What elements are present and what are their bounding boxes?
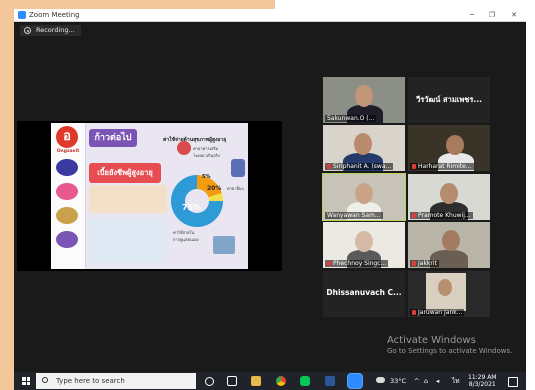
slide-title: ก้าวต่อไป — [89, 129, 137, 147]
taskbar-search-box[interactable]: Type here to search — [36, 373, 196, 389]
note-left: ค่าใช้จ่ายในการดูแลตนเอง — [173, 230, 199, 242]
expense-donut-chart — [171, 175, 223, 227]
weather-cloud-icon[interactable] — [376, 377, 385, 383]
muted-mic-icon — [412, 310, 416, 315]
participant-name: Harharat Rimite... — [410, 163, 474, 170]
product-box-icon — [56, 231, 78, 248]
participant-name: Dhissanuvach C... — [326, 288, 402, 297]
participant-name: Jaruwan Jank... — [410, 309, 465, 316]
participant-name: Siriphanit A. (swa... — [325, 163, 394, 170]
background-strip-top — [0, 0, 275, 9]
medicine-pill-icon — [177, 141, 191, 155]
chrome-icon[interactable] — [276, 376, 286, 386]
task-view-icon[interactable] — [227, 376, 237, 386]
participant-tile[interactable]: Sakunwan.O (... — [323, 77, 405, 123]
muted-mic-icon — [327, 261, 331, 266]
recording-indicator[interactable]: Recording... — [20, 25, 81, 36]
participant-name: Sakunwan.O (... — [325, 115, 377, 122]
elderly-couple-illustration — [89, 185, 167, 213]
participant-tile-active-speaker[interactable]: Wanyawan Sam... — [322, 173, 406, 221]
participant-tile[interactable]: Dhissanuvach C... — [323, 271, 405, 317]
participant-tile[interactable]: Pramote Khuwij... — [408, 174, 490, 220]
participant-name: Jakkrit — [410, 260, 439, 267]
zoom-taskbar-icon[interactable] — [347, 373, 363, 389]
slide-content: อ Ongsavit ก้าวต่อไป เบี้ยยังชีพผู้สูงอา… — [51, 123, 248, 269]
line-app-icon[interactable] — [300, 376, 310, 386]
volume-icon[interactable]: ◂ — [436, 372, 439, 390]
window-title: Zoom Meeting — [29, 11, 80, 19]
slide-subtitle: ค่าใช้จ่ายด้านสุขภาพผู้สูงอายุ — [163, 137, 227, 143]
language-indicator[interactable]: ไท — [452, 372, 460, 390]
participant-tile[interactable]: Jakkrit — [408, 222, 490, 268]
calculator-icon — [213, 236, 235, 254]
milk-products-photo — [89, 219, 165, 263]
pct-third-label: 5% — [202, 174, 211, 180]
muted-mic-icon — [412, 164, 416, 169]
participant-name: Pramote Khuwij... — [410, 212, 473, 219]
note-right: ค่ายาอื่นๆ — [227, 186, 244, 191]
ongsavit-logo-icon: อ — [56, 126, 78, 148]
muted-mic-icon — [412, 261, 416, 266]
slide-sidebar: อ Ongsavit — [51, 123, 86, 269]
activate-title: Activate Windows — [387, 335, 476, 346]
muted-mic-icon — [412, 213, 416, 218]
participant-tile[interactable]: Siriphanit A. (swa... — [323, 125, 405, 171]
file-explorer-icon[interactable] — [251, 376, 261, 386]
muted-mic-icon — [327, 164, 331, 169]
taskbar-clock[interactable]: 11:29 AM 8/3/2021 — [468, 374, 496, 388]
clock-time: 11:29 AM — [468, 374, 497, 381]
award-badge-icon — [56, 183, 78, 200]
participant-name: วีรวัฒน์ สามเพชร... — [416, 95, 482, 104]
search-placeholder: Type here to search — [56, 377, 125, 385]
note-top: ค่าอาหารเสริมโฆษณาเกินจริง — [193, 146, 220, 158]
seal-badge-icon — [56, 159, 78, 176]
slide-banner: เบี้ยยังชีพผู้สูงอายุ — [89, 163, 161, 183]
windows-taskbar: Type here to search 33°C ^ ⌂ ◂ ไท 11:29 … — [14, 372, 526, 390]
search-icon — [42, 377, 48, 383]
title-bar: Zoom Meeting ─ ❐ ✕ — [14, 9, 526, 22]
close-button[interactable]: ✕ — [507, 9, 521, 21]
participant-name: Wanyawan Sam... — [325, 212, 383, 219]
activate-windows-watermark: Activate Windows Go to Settings to activ… — [387, 335, 512, 355]
clock-date: 8/3/2021 — [468, 381, 496, 388]
restore-button[interactable]: ❐ — [485, 9, 499, 21]
participant-tile[interactable]: Harharat Rimite... — [408, 125, 490, 171]
participant-tile[interactable]: Jaruwan Jank... — [408, 271, 490, 317]
pct-main-label: 75% — [182, 203, 202, 212]
windows-start-icon[interactable] — [22, 377, 30, 385]
anniversary-badge-icon — [56, 207, 78, 224]
background-strip-left — [0, 0, 14, 390]
minimize-button[interactable]: ─ — [465, 9, 479, 21]
recording-icon — [24, 27, 31, 34]
zoom-app-icon — [18, 11, 26, 19]
network-icon[interactable]: ⌂ — [424, 372, 428, 390]
participant-tile[interactable]: Phechnoy Singc... — [323, 222, 405, 268]
activate-subtitle: Go to Settings to activate Windows. — [387, 347, 513, 355]
shared-screen[interactable]: อ Ongsavit ก้าวต่อไป เบี้ยยังชีพผู้สูงอา… — [17, 121, 282, 271]
participant-tile[interactable]: วีรวัฒน์ สามเพชร... — [408, 77, 490, 123]
cortana-icon[interactable] — [205, 377, 214, 386]
tray-chevron-icon[interactable]: ^ — [414, 372, 419, 390]
slide-brand: Ongsavit — [56, 149, 80, 154]
participant-name: Phechnoy Singc... — [325, 260, 389, 267]
word-icon[interactable] — [325, 376, 335, 386]
medicine-bottle-icon — [231, 159, 245, 177]
pct-second-label: 20% — [207, 185, 222, 192]
notifications-icon[interactable] — [508, 377, 518, 387]
recording-label: Recording... — [36, 26, 75, 34]
temperature-label[interactable]: 33°C — [390, 372, 406, 390]
zoom-window: Zoom Meeting ─ ❐ ✕ Recording... อ Ongsav… — [14, 9, 526, 372]
